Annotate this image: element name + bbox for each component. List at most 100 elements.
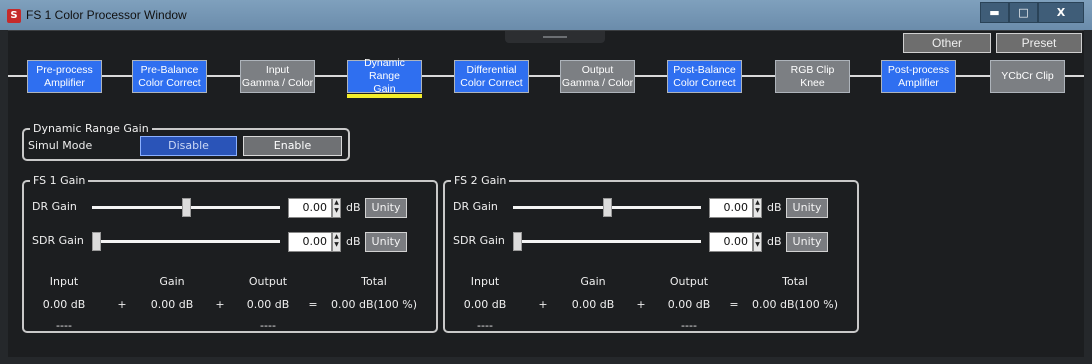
stage-label-line1: Differential (466, 63, 517, 76)
input-value: 0.00 dB (42, 298, 86, 311)
output-sub-value: ---- (681, 319, 697, 332)
dr-gain-spinner[interactable]: ▲ ▼ (753, 198, 762, 218)
stage-label-line2: Gamma / Color (241, 76, 314, 89)
close-button[interactable]: X (1038, 2, 1084, 23)
stage-label-line1: Post-Balance (673, 63, 736, 76)
stage-label: Pre-Balance Color Correct (138, 64, 200, 90)
simul-mode-label: Simul Mode (28, 139, 93, 152)
stage-label-line1: Dynamic Range (364, 57, 405, 82)
fs2-gain-group: FS 2 Gain DR Gain 0.00 ▲ ▼ dB Unity SDR Gain 0.… (443, 174, 859, 333)
input-header: Input (470, 275, 500, 288)
stage-label-line2: Knee (800, 76, 825, 89)
total-value: 0.00 dB(100 %) (330, 298, 418, 311)
app-icon: S (7, 9, 21, 23)
sdr-slider-track[interactable] (513, 240, 701, 243)
group-title: Dynamic Range Gain (30, 122, 152, 136)
dr-unity-button[interactable]: Unity (365, 198, 407, 218)
minimize-button[interactable]: ▬ (980, 2, 1009, 23)
dr-slider-thumb[interactable] (182, 198, 191, 217)
sdr-gain-spinner[interactable]: ▲ ▼ (332, 232, 341, 252)
drawer-grip[interactable] (505, 31, 605, 43)
sdr-unit-label: dB (767, 235, 782, 248)
stage-label: Dynamic Range Gain (348, 57, 421, 96)
plus-sign: + (538, 298, 548, 311)
stage-button-6[interactable]: Post-Balance Color Correct (667, 60, 742, 93)
gain-header: Gain (580, 275, 606, 288)
stage-label-line2: Gamma / Color (561, 76, 634, 89)
selected-stage-indicator (347, 94, 422, 98)
stage-label-line1: YCbCr Clip (1001, 70, 1054, 82)
stage-label-line2: Color Correct (673, 76, 736, 89)
dr-gain-input[interactable]: 0.00 (709, 198, 753, 218)
sdr-gain-label: SDR Gain (453, 234, 505, 247)
gain-header: Gain (159, 275, 185, 288)
output-header: Output (669, 275, 709, 288)
disable-button[interactable]: Disable (140, 136, 237, 156)
sdr-gain-input[interactable]: 0.00 (709, 232, 753, 252)
group-title: FS 2 Gain (451, 174, 510, 188)
window-controls: ▬ □ X (980, 2, 1084, 23)
stage-label-line1: Input (265, 63, 290, 76)
total-value: 0.00 dB(100 %) (751, 298, 839, 311)
sdr-gain-input[interactable]: 0.00 (288, 232, 332, 252)
equals-sign: = (729, 298, 739, 311)
input-sub-value: ---- (477, 319, 493, 332)
stage-label: Input Gamma / Color (242, 64, 313, 90)
stage-button-8[interactable]: Post-process Amplifier (881, 60, 956, 93)
stage-label-line2: Amplifier (44, 76, 85, 89)
window-title: FS 1 Color Processor Window (26, 8, 187, 22)
title-bar: S FS 1 Color Processor Window ▬ □ X (0, 0, 1092, 30)
stage-label-line2: Amplifier (898, 76, 939, 89)
stage-button-7[interactable]: RGB Clip Knee (775, 60, 850, 93)
group-title: FS 1 Gain (30, 174, 89, 188)
gain-value: 0.00 dB (571, 298, 615, 311)
output-value: 0.00 dB (246, 298, 290, 311)
stage-button-4[interactable]: Differential Color Correct (454, 60, 529, 93)
gain-value: 0.00 dB (150, 298, 194, 311)
stage-label: Output Gamma / Color (562, 64, 633, 90)
dr-unity-button[interactable]: Unity (786, 198, 828, 218)
dr-gain-label: DR Gain (453, 200, 498, 213)
total-header: Total (361, 275, 387, 288)
stage-label: Post-Balance Color Correct (673, 64, 735, 90)
sdr-unity-button[interactable]: Unity (365, 232, 407, 252)
output-sub-value: ---- (260, 319, 276, 332)
total-header: Total (782, 275, 808, 288)
stage-label: RGB Clip Knee (791, 64, 835, 90)
sdr-gain-spinner[interactable]: ▲ ▼ (753, 232, 762, 252)
dr-unit-label: dB (767, 201, 782, 214)
stage-label-line1: RGB Clip (790, 63, 835, 76)
dr-slider-thumb[interactable] (603, 198, 612, 217)
plus-sign: + (636, 298, 646, 311)
sdr-slider-track[interactable] (92, 240, 280, 243)
maximize-button[interactable]: □ (1009, 2, 1038, 23)
dr-unit-label: dB (346, 201, 361, 214)
stage-button-3[interactable]: Dynamic Range Gain (347, 57, 422, 96)
enable-button[interactable]: Enable (243, 136, 342, 156)
dr-gain-spinner[interactable]: ▲ ▼ (332, 198, 341, 218)
stage-button-0[interactable]: Pre-process Amplifier (27, 60, 102, 93)
stage-button-1[interactable]: Pre-Balance Color Correct (132, 60, 207, 93)
stage-button-2[interactable]: Input Gamma / Color (240, 60, 315, 93)
sdr-slider-thumb[interactable] (92, 232, 101, 251)
stage-button-5[interactable]: Output Gamma / Color (560, 60, 635, 93)
output-value: 0.00 dB (667, 298, 711, 311)
input-header: Input (49, 275, 79, 288)
dr-gain-input[interactable]: 0.00 (288, 198, 332, 218)
other-button[interactable]: Other (903, 33, 991, 53)
plus-sign: + (215, 298, 225, 311)
dynamic-range-gain-group: Dynamic Range Gain Simul Mode Disable En… (22, 122, 350, 161)
preset-button[interactable]: Preset (996, 33, 1082, 53)
equals-sign: = (308, 298, 318, 311)
sdr-unity-button[interactable]: Unity (786, 232, 828, 252)
stage-label-line1: Pre-Balance (140, 63, 199, 76)
sdr-slider-thumb[interactable] (513, 232, 522, 251)
stage-label: Differential Color Correct (460, 64, 522, 90)
stage-button-9[interactable]: YCbCr Clip (990, 60, 1065, 93)
client-area: Other Preset Pre-process Amplifier Pre-Bal… (8, 30, 1084, 357)
fs1-gain-group: FS 1 Gain DR Gain 0.00 ▲ ▼ dB Unity SDR Gain 0.… (22, 174, 438, 333)
dr-gain-label: DR Gain (32, 200, 77, 213)
stage-label: Pre-process Amplifier (36, 64, 93, 90)
stage-label-line1: Pre-process (36, 63, 93, 76)
stage-label: YCbCr Clip (1001, 70, 1054, 83)
